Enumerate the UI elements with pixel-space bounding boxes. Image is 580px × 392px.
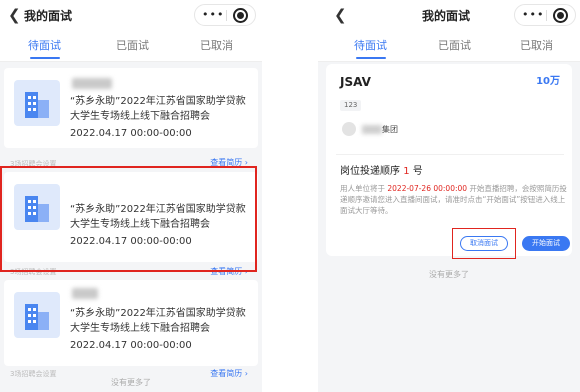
back-chevron-icon[interactable]: ❮ [334, 6, 347, 24]
navbar: ❮ 我的面试 ••• [0, 0, 262, 32]
page-title: 我的面试 [24, 9, 73, 23]
selected-card-highlight [0, 166, 257, 272]
tab-done[interactable]: 已面试 [116, 39, 149, 53]
interview-detail-screen: ❮ 我的面试 ••• 待面试 已面试 已取消 JSAV 10万 123 集团 岗… [318, 0, 580, 392]
tab-bar: 待面试 已面试 已取消 [0, 32, 262, 62]
building-icon [14, 80, 60, 126]
card-date: 2022.04.17 00:00-00:00 [70, 128, 192, 139]
card-date: 2022.04.17 00:00-00:00 [70, 340, 192, 351]
info-prefix: 用人单位将于 [340, 184, 385, 193]
tab-cancelled[interactable]: 已取消 [520, 39, 553, 53]
cancel-interview-button[interactable]: 取消面试 [460, 236, 508, 251]
divider [336, 154, 564, 155]
blurred-company-name [72, 78, 112, 89]
card-title: “苏乡永助”2022年江苏省国家助学贷款 大学生专场线上线下融合招聘会 [70, 308, 246, 334]
salary: 10万 [536, 76, 560, 87]
job-title: JSAV [340, 75, 371, 89]
job-tag: 123 [340, 100, 362, 111]
card-title: “苏乡永助”2022年江苏省国家助学贷款 大学生专场线上线下融合招聘会 [70, 96, 246, 122]
target-icon[interactable] [553, 8, 568, 23]
blurred-company-name [72, 288, 98, 299]
company-logo-icon [342, 122, 356, 136]
interview-time: 2022-07-26 00:00:00 [387, 184, 468, 193]
interview-list-screen: ❮ 我的面试 ••• 待面试 已面试 已取消 “苏乡永助”2022年江苏省国家助… [0, 0, 262, 392]
tab-cancelled[interactable]: 已取消 [200, 39, 233, 53]
tab-bar: 待面试 已面试 已取消 [318, 32, 580, 62]
tab-pending[interactable]: 待面试 [354, 39, 387, 53]
blurred-company-name [362, 125, 382, 134]
order-unit: 号 [412, 166, 423, 177]
end-of-list-text: 没有更多了 [429, 270, 469, 279]
job-fair-card[interactable]: “苏乡永助”2022年江苏省国家助学贷款 大学生专场线上线下融合招聘会 2022… [4, 68, 258, 148]
order-number: 1 [403, 166, 410, 177]
start-interview-button[interactable]: 开始面试 [522, 236, 570, 251]
order-label: 岗位投递顺序 [340, 166, 400, 177]
target-icon[interactable] [233, 8, 248, 23]
company-name: 集团 [382, 125, 398, 134]
interview-info: 用人单位将于 2022-07-26 00:00:00 开始直播招聘，会按照简历投… [340, 183, 568, 216]
page-title: 我的面试 [422, 9, 471, 23]
mini-program-capsule: ••• [194, 4, 256, 26]
delivery-order: 岗位投递顺序 1 号 [340, 165, 423, 178]
navbar: ❮ 我的面试 ••• [318, 0, 580, 32]
capsule-divider [546, 10, 547, 21]
tab-pending[interactable]: 待面试 [28, 39, 61, 53]
capsule-divider [226, 10, 227, 21]
interview-detail-card: JSAV 10万 123 集团 岗位投递顺序 1 号 用人单位将于 2022-0… [326, 64, 572, 259]
active-tab-indicator [356, 57, 386, 59]
panel-gap [262, 0, 318, 392]
mini-program-capsule: ••• [514, 4, 576, 26]
back-chevron-icon[interactable]: ❮ [8, 6, 21, 24]
active-tab-indicator [30, 57, 60, 59]
more-dots-icon[interactable]: ••• [522, 8, 544, 22]
tab-done[interactable]: 已面试 [438, 39, 471, 53]
end-of-list-text: 没有更多了 [111, 378, 151, 387]
job-fair-card[interactable]: “苏乡永助”2022年江苏省国家助学贷款 大学生专场线上线下融合招聘会 2022… [4, 280, 258, 366]
more-dots-icon[interactable]: ••• [202, 8, 224, 22]
building-icon [14, 292, 60, 338]
